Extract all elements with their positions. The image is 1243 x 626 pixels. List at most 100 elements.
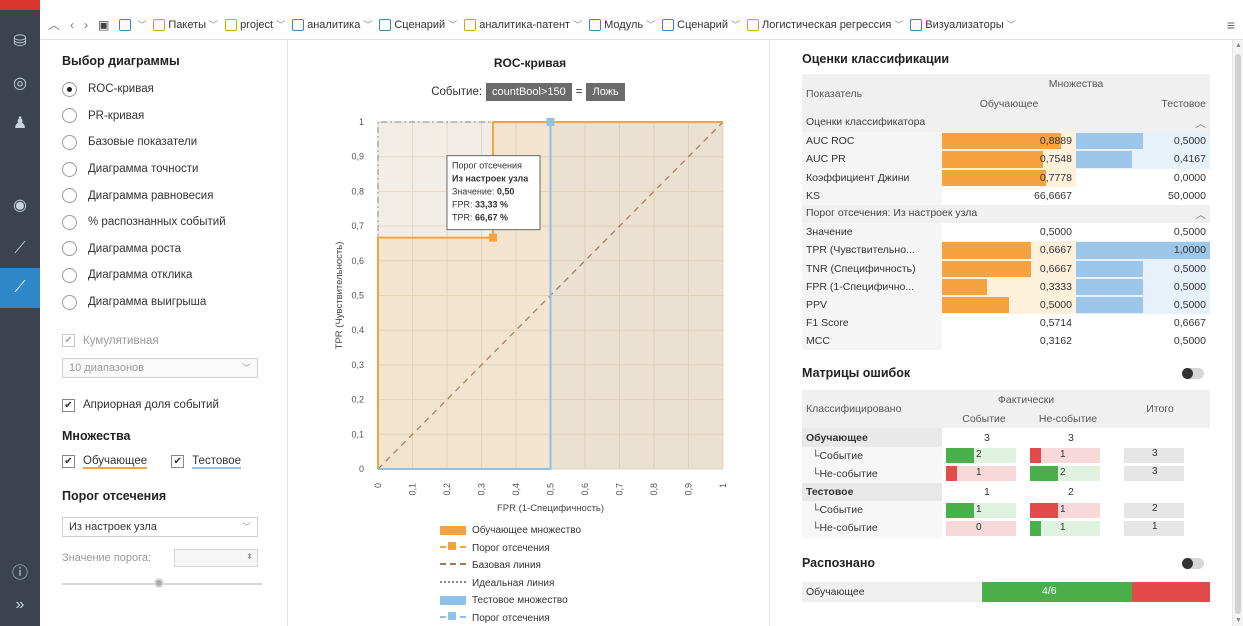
radio-button[interactable] [62, 267, 77, 283]
radio-button[interactable] [62, 161, 77, 177]
breadcrumb-item[interactable]: Визуализаторы ﹀ [910, 18, 1016, 31]
spinner-icon[interactable]: ⬍ [246, 552, 253, 561]
metric-name: Значение [802, 223, 942, 242]
recognized-toggle[interactable] [1182, 557, 1204, 569]
radio-button[interactable] [62, 108, 77, 124]
eye-icon[interactable]: ◉ [0, 190, 40, 220]
cm-row-label: └Событие [802, 446, 942, 465]
breadcrumb-item[interactable]: Модуль ﹀ [589, 18, 655, 31]
test-value-cell: 0,5000 [1076, 332, 1210, 351]
cumulative-checkbox[interactable]: ✔ Кумулятивная [62, 327, 287, 354]
breadcrumb-item[interactable]: project ﹀ [225, 18, 285, 31]
radio-button[interactable] [62, 188, 77, 204]
table-row: Значение 0,5000 0,5000 [802, 223, 1210, 242]
cm-row-label: └Не-событие [802, 519, 942, 538]
cm-actual: Фактически [997, 393, 1055, 406]
ranges-select[interactable]: 10 диапазонов ﹀ [62, 357, 258, 378]
train-value: 0,5000 [1039, 298, 1072, 311]
train-set-checkbox[interactable]: ✔ [62, 455, 75, 469]
table-row: KS 66,6667 50,0000 [802, 186, 1210, 205]
x-tick-label: 0,1 [408, 483, 418, 496]
cm-group-count: 3 [1026, 428, 1110, 446]
y-tick-label: 0,9 [351, 152, 364, 162]
radio-button[interactable] [62, 214, 77, 230]
metric-name: AUC ROC [802, 132, 942, 151]
forward-icon[interactable]: › [84, 18, 88, 32]
chevron-down-icon: ﹀ [241, 522, 251, 533]
breadcrumb-item[interactable]: аналитика-патент ﹀ [464, 18, 582, 31]
y-tick-label: 0,6 [351, 256, 364, 266]
cm-total-cell: 3 [1110, 447, 1210, 465]
collapse-icon[interactable]: ︿ [48, 16, 60, 33]
breadcrumb-item[interactable]: Логистическая регрессия ﹀ [746, 18, 903, 31]
breadcrumb-item[interactable]: ﹀ [119, 18, 146, 31]
app-sidebar-rail: ⛁ ◎ ♟ ◉ ⟋ ⟋ ⓘ » [0, 0, 40, 626]
breadcrumb-item[interactable]: Пакеты ﹀ [153, 18, 218, 31]
cm-group-count: 2 [1026, 483, 1110, 501]
scroll-down-icon[interactable]: ▼ [1235, 617, 1242, 624]
breadcrumb-item[interactable]: Сценарий ﹀ [379, 18, 457, 31]
event-value-chip[interactable]: Ложь [586, 83, 625, 101]
breadcrumb-label: Сценарий [394, 18, 446, 31]
radio-button[interactable] [62, 294, 77, 310]
legend-item[interactable]: Порог отсечения [440, 610, 581, 626]
event-variable-chip[interactable]: countBool>150 [486, 83, 572, 101]
group-threshold-label: Порог отсечения: Из настроек узла [806, 206, 978, 219]
chart-type-option[interactable]: Диаграмма выигрыша [62, 289, 287, 316]
breadcrumb-label: аналитика-патент [479, 18, 571, 31]
info-icon[interactable]: ⓘ [0, 556, 40, 586]
group-classifier[interactable]: Оценки классификатора ︿ [802, 114, 1210, 133]
train-value: 0,8889 [1039, 135, 1072, 148]
chevron-down-icon: ﹀ [573, 20, 583, 30]
formula-chart-icon[interactable]: ⟋ [0, 234, 40, 264]
compass-icon[interactable]: ◎ [0, 68, 40, 98]
chart-type-option[interactable]: PR-кривая [62, 103, 287, 130]
legend-item[interactable]: Порог отсечения [440, 540, 581, 558]
legend-item[interactable]: Обучающее множество [440, 522, 581, 540]
radio-button[interactable] [62, 241, 77, 257]
scroll-up-icon[interactable]: ▲ [1235, 42, 1242, 49]
test-set-checkbox[interactable]: ✔ [171, 455, 185, 469]
database-icon[interactable]: ⛁ [0, 26, 40, 56]
module-icon [292, 18, 305, 31]
back-icon[interactable]: ‹ [70, 18, 74, 32]
legend-item[interactable]: Тестовое множество [440, 592, 581, 610]
breadcrumb-item[interactable]: аналитика ﹀ [292, 18, 372, 31]
chart-type-option[interactable]: Диаграмма равновесия [62, 182, 287, 209]
col-sets: Множества [1048, 78, 1104, 90]
cm-row-label: └Событие [802, 501, 942, 520]
cm-nonevent: Не-событие [1038, 412, 1098, 425]
scenario-icon [379, 18, 392, 31]
chart-type-option[interactable]: Диаграмма точности [62, 156, 287, 183]
expand-icon[interactable]: » [0, 590, 40, 620]
breadcrumb-item[interactable]: Сценарий ﹀ [662, 18, 740, 31]
threshold-slider[interactable] [62, 577, 262, 588]
save-icon[interactable]: ▣ [98, 18, 109, 32]
cm-cell: 1 [942, 465, 1026, 483]
radio-button[interactable] [62, 81, 77, 97]
radio-button[interactable] [62, 134, 77, 150]
group-threshold[interactable]: Порог отсечения: Из настроек узла ︿ [802, 204, 1210, 224]
threshold-select[interactable]: Из настроек узла ﹀ [62, 516, 258, 537]
apriori-checkbox[interactable]: ✔ Априорная доля событий [62, 392, 287, 419]
cm-group-label: Тестовое [802, 483, 942, 502]
chart-type-option[interactable]: ROC-кривая [62, 76, 287, 103]
chart-type-option[interactable]: Базовые показатели [62, 129, 287, 156]
chart-type-option[interactable]: Диаграмма роста [62, 236, 287, 263]
roc-chart-icon[interactable]: ⟋ [0, 268, 40, 308]
vertical-scrollbar[interactable]: ▲ ▼ [1232, 40, 1243, 626]
threshold-input[interactable]: ⬍ [174, 548, 258, 567]
chart-type-option[interactable]: % распознанных событий [62, 209, 287, 236]
roc-chart[interactable]: 0 0,1 0,2 0,3 0,4 0,5 0,6 0,7 0,8 0,9 1 0 0,1 0,2 0,3 0… [290, 110, 770, 520]
chart-type-option[interactable]: Диаграмма отклика [62, 262, 287, 289]
y-tick-label: 0,1 [351, 429, 364, 439]
users-icon[interactable]: ♟ [0, 108, 40, 138]
test-value: 0,6667 [1173, 317, 1206, 330]
chart-type-label: PR-кривая [88, 109, 145, 122]
matrix-toggle[interactable] [1182, 368, 1204, 380]
legend-item[interactable]: Идеальная линия [440, 575, 581, 593]
menu-icon[interactable]: ≡ [1227, 17, 1235, 33]
slider-handle[interactable] [154, 577, 164, 588]
legend-item[interactable]: Базовая линия [440, 557, 581, 575]
scroll-thumb[interactable] [1235, 54, 1241, 614]
